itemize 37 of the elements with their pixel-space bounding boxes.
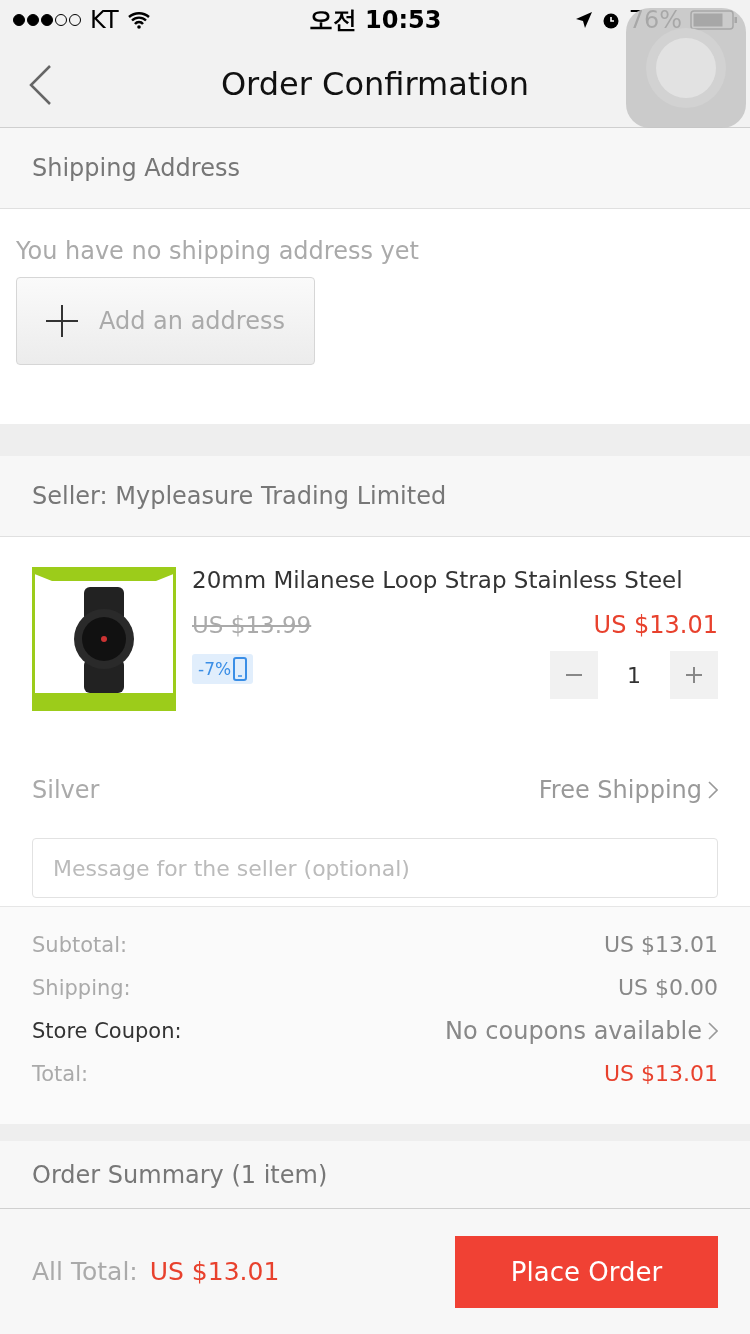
page-title: Order Confirmation (220, 64, 530, 103)
seller-message-field[interactable]: Message for the seller (optional) (32, 838, 718, 898)
sale-price: US $13.01 (593, 611, 718, 639)
summary-value: US $13.01 (603, 932, 718, 957)
summary-label: Store Coupon: (32, 1018, 182, 1043)
summary-value: US $13.01 (603, 1061, 718, 1086)
carrier-name: KT (90, 6, 119, 34)
wifi-icon (126, 11, 151, 29)
summary-label: Subtotal: (32, 932, 128, 957)
phone-icon (233, 657, 248, 681)
minus-icon (566, 674, 582, 676)
section-heading: Shipping Address (32, 154, 240, 182)
chevron-right-icon (708, 1021, 718, 1040)
section-heading: Order Summary (1 item) (32, 1160, 328, 1189)
assistive-touch-icon[interactable] (626, 8, 746, 128)
coupon-link[interactable]: No coupons available (445, 1016, 718, 1045)
plus-icon (45, 304, 79, 338)
summary-label: Shipping: (32, 975, 131, 1000)
shipping-option-link[interactable]: Free Shipping (538, 776, 718, 804)
clock-time: 오전 10:53 (308, 5, 442, 36)
plus-icon (686, 667, 702, 683)
add-address-button[interactable]: Add an address (16, 277, 315, 365)
product-variant: Silver (32, 776, 100, 804)
original-price: US $13.99 (192, 612, 312, 638)
increase-button[interactable] (670, 651, 718, 699)
empty-address-message: You have no shipping address yet (16, 237, 420, 265)
mobile-discount-badge: -7% (192, 654, 254, 684)
signal-strength-icon (12, 13, 82, 27)
location-arrow-icon (574, 11, 593, 29)
place-order-button[interactable]: Place Order (455, 1235, 718, 1308)
total-amount: US $13.01 (149, 1257, 280, 1286)
summary-label: Total: (32, 1061, 89, 1086)
total-label: All Total: (32, 1257, 138, 1286)
product-title[interactable]: 20mm Milanese Loop Strap Stainless Steel (192, 567, 718, 593)
summary-value: US $0.00 (617, 975, 718, 1000)
seller-name: Seller: Mypleasure Trading Limited (32, 482, 447, 510)
chevron-right-icon (708, 781, 718, 799)
